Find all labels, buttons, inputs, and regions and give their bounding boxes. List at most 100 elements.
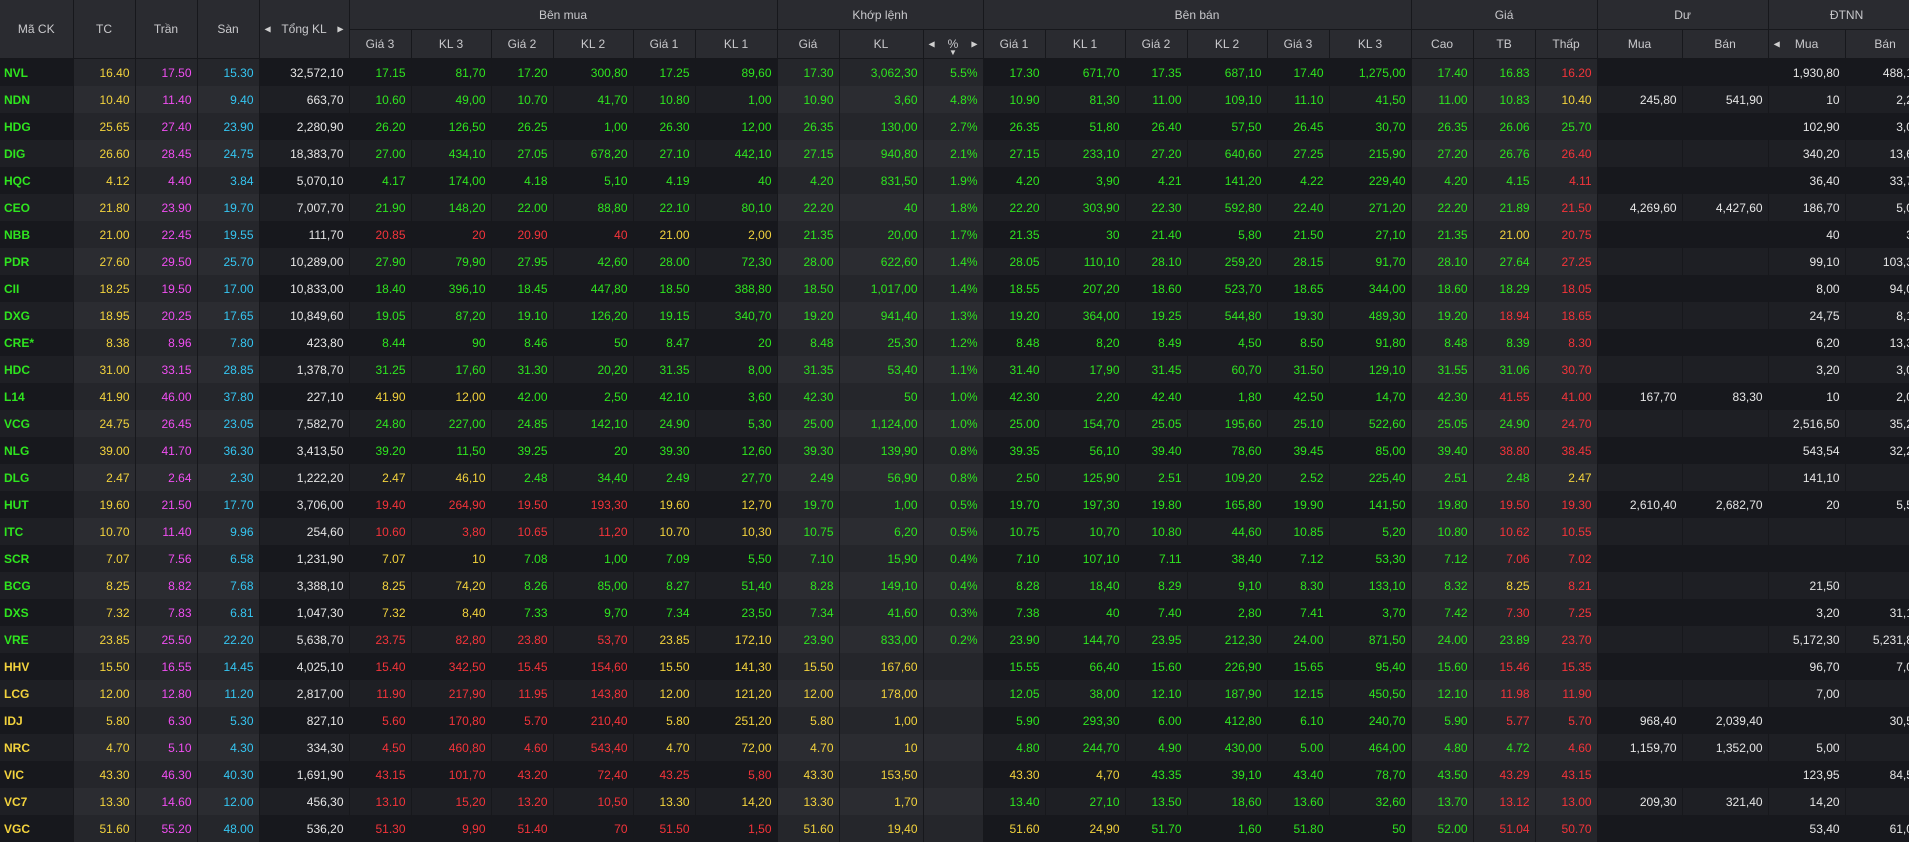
sell-volume-cell[interactable]: 225,40 xyxy=(1329,464,1411,491)
buy-price-cell[interactable]: 12.00 xyxy=(633,680,695,707)
sell-price-cell[interactable]: 10.90 xyxy=(983,86,1045,113)
table-row[interactable]: NBB21.0022.4519.55111,7020.852020.904021… xyxy=(0,221,1909,248)
buy-price-cell[interactable]: 5.60 xyxy=(349,707,411,734)
buy-volume-cell[interactable]: 3,80 xyxy=(411,518,491,545)
sell-volume-cell[interactable]: 41,50 xyxy=(1329,86,1411,113)
sell-price-cell[interactable]: 12.15 xyxy=(1267,680,1329,707)
sell-price-cell[interactable]: 27.20 xyxy=(1125,140,1187,167)
sell-volume-cell[interactable]: 671,70 xyxy=(1045,59,1125,87)
sell-price-cell[interactable]: 26.40 xyxy=(1125,113,1187,140)
sell-price-cell[interactable]: 13.60 xyxy=(1267,788,1329,815)
buy-volume-cell[interactable]: 15,20 xyxy=(411,788,491,815)
buy-volume-cell[interactable]: 20,20 xyxy=(553,356,633,383)
sell-volume-cell[interactable]: 1,275,00 xyxy=(1329,59,1411,87)
sell-volume-cell[interactable]: 18,60 xyxy=(1187,788,1267,815)
sell-price-cell[interactable]: 15.55 xyxy=(983,653,1045,680)
header-total-volume[interactable]: ◀ Tổng KL ▶ xyxy=(259,0,349,59)
buy-volume-cell[interactable]: 388,80 xyxy=(695,275,777,302)
sell-volume-cell[interactable]: 592,80 xyxy=(1187,194,1267,221)
symbol-cell[interactable]: NRC xyxy=(0,734,73,761)
sell-volume-cell[interactable]: 38,40 xyxy=(1187,545,1267,572)
buy-price-cell[interactable]: 11.95 xyxy=(491,680,553,707)
sell-volume-cell[interactable]: 871,50 xyxy=(1329,626,1411,653)
sell-volume-cell[interactable]: 10,70 xyxy=(1045,518,1125,545)
buy-price-cell[interactable]: 23.80 xyxy=(491,626,553,653)
symbol-cell[interactable]: HHV xyxy=(0,653,73,680)
buy-price-cell[interactable]: 21.00 xyxy=(633,221,695,248)
buy-price-cell[interactable]: 13.20 xyxy=(491,788,553,815)
sell-price-cell[interactable]: 18.55 xyxy=(983,275,1045,302)
sell-price-cell[interactable]: 18.65 xyxy=(1267,275,1329,302)
sell-price-cell[interactable]: 31.50 xyxy=(1267,356,1329,383)
header-sell-price-1[interactable]: Giá 1 xyxy=(983,30,1045,59)
table-row[interactable]: VGC51.6055.2048.00536,2051.309,9051.4070… xyxy=(0,815,1909,842)
sell-price-cell[interactable]: 24.00 xyxy=(1267,626,1329,653)
buy-volume-cell[interactable]: 12,70 xyxy=(695,491,777,518)
buy-volume-cell[interactable]: 10,50 xyxy=(553,788,633,815)
buy-volume-cell[interactable]: 170,80 xyxy=(411,707,491,734)
buy-price-cell[interactable]: 24.80 xyxy=(349,410,411,437)
symbol-cell[interactable]: HQC xyxy=(0,167,73,194)
sell-price-cell[interactable]: 51.70 xyxy=(1125,815,1187,842)
sell-volume-cell[interactable]: 91,70 xyxy=(1329,248,1411,275)
buy-volume-cell[interactable]: 126,20 xyxy=(553,302,633,329)
sell-price-cell[interactable]: 6.10 xyxy=(1267,707,1329,734)
buy-volume-cell[interactable]: 90 xyxy=(411,329,491,356)
table-row[interactable]: DXS7.327.836.811,047,307.328,407.339,707… xyxy=(0,599,1909,626)
sell-volume-cell[interactable]: 38,00 xyxy=(1045,680,1125,707)
sell-price-cell[interactable]: 19.20 xyxy=(983,302,1045,329)
buy-price-cell[interactable]: 4.17 xyxy=(349,167,411,194)
chevron-left-icon[interactable]: ◀ xyxy=(929,40,935,49)
buy-price-cell[interactable]: 31.30 xyxy=(491,356,553,383)
table-row[interactable]: NLG39.0041.7036.303,413,5039.2011,5039.2… xyxy=(0,437,1909,464)
header-sell-price-2[interactable]: Giá 2 xyxy=(1125,30,1187,59)
buy-price-cell[interactable]: 24.90 xyxy=(633,410,695,437)
sell-price-cell[interactable]: 4.80 xyxy=(983,734,1045,761)
sell-price-cell[interactable]: 19.25 xyxy=(1125,302,1187,329)
sell-price-cell[interactable]: 19.80 xyxy=(1125,491,1187,518)
symbol-cell[interactable]: DXG xyxy=(0,302,73,329)
header-floor-price[interactable]: Sàn xyxy=(197,0,259,59)
header-match-volume[interactable]: KL xyxy=(839,30,923,59)
sell-price-cell[interactable]: 4.90 xyxy=(1125,734,1187,761)
sell-volume-cell[interactable]: 57,50 xyxy=(1187,113,1267,140)
table-row[interactable]: DLG2.472.642.301,222,202.4746,102.4834,4… xyxy=(0,464,1909,491)
table-row[interactable]: L1441.9046.0037.80227,1041.9012,0042.002… xyxy=(0,383,1909,410)
buy-volume-cell[interactable]: 434,10 xyxy=(411,140,491,167)
header-match-percent[interactable]: ◀ % ▶ ▼ xyxy=(923,30,983,59)
sell-price-cell[interactable]: 39.45 xyxy=(1267,437,1329,464)
chevron-left-icon[interactable]: ◀ xyxy=(265,25,271,34)
sell-price-cell[interactable]: 21.50 xyxy=(1267,221,1329,248)
buy-price-cell[interactable]: 4.60 xyxy=(491,734,553,761)
symbol-cell[interactable]: VIC xyxy=(0,761,73,788)
sell-volume-cell[interactable]: 293,30 xyxy=(1045,707,1125,734)
buy-volume-cell[interactable]: 2,50 xyxy=(553,383,633,410)
symbol-cell[interactable]: VGC xyxy=(0,815,73,842)
sell-volume-cell[interactable]: 141,20 xyxy=(1187,167,1267,194)
buy-volume-cell[interactable]: 80,10 xyxy=(695,194,777,221)
sell-price-cell[interactable]: 10.75 xyxy=(983,518,1045,545)
buy-price-cell[interactable]: 10.60 xyxy=(349,86,411,113)
buy-price-cell[interactable]: 10.65 xyxy=(491,518,553,545)
sell-price-cell[interactable]: 5.90 xyxy=(983,707,1045,734)
header-sell-vol-1[interactable]: KL 1 xyxy=(1045,30,1125,59)
sell-price-cell[interactable]: 17.40 xyxy=(1267,59,1329,87)
buy-volume-cell[interactable]: 88,80 xyxy=(553,194,633,221)
sell-volume-cell[interactable]: 39,10 xyxy=(1187,761,1267,788)
sell-price-cell[interactable]: 10.80 xyxy=(1125,518,1187,545)
sell-volume-cell[interactable]: 107,10 xyxy=(1045,545,1125,572)
sell-price-cell[interactable]: 25.00 xyxy=(983,410,1045,437)
sell-volume-cell[interactable]: 640,60 xyxy=(1187,140,1267,167)
sell-volume-cell[interactable]: 215,90 xyxy=(1329,140,1411,167)
sell-price-cell[interactable]: 8.30 xyxy=(1267,572,1329,599)
buy-price-cell[interactable]: 18.45 xyxy=(491,275,553,302)
buy-price-cell[interactable]: 7.34 xyxy=(633,599,695,626)
sell-volume-cell[interactable]: 2,20 xyxy=(1045,383,1125,410)
sell-volume-cell[interactable]: 303,90 xyxy=(1045,194,1125,221)
sell-price-cell[interactable]: 11.10 xyxy=(1267,86,1329,113)
sell-volume-cell[interactable]: 1,80 xyxy=(1187,383,1267,410)
table-row[interactable]: CEO21.8023.9019.707,007,7021.90148,2022.… xyxy=(0,194,1909,221)
buy-price-cell[interactable]: 17.15 xyxy=(349,59,411,87)
symbol-cell[interactable]: DIG xyxy=(0,140,73,167)
table-row[interactable]: HQC4.124.403.845,070,104.17174,004.185,1… xyxy=(0,167,1909,194)
